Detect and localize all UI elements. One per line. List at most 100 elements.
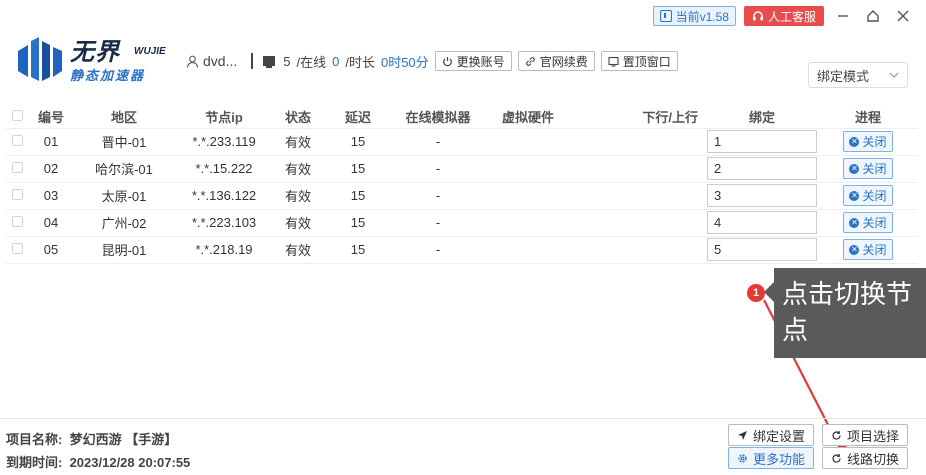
bind-settings-label: 绑定设置 <box>753 428 806 444</box>
node-traffic <box>574 182 706 210</box>
mode-select-value: 绑定模式 <box>817 68 870 84</box>
bind-input[interactable] <box>707 238 817 261</box>
expire-label: 到期时间: <box>6 455 63 470</box>
headset-icon <box>752 11 763 21</box>
bind-input[interactable] <box>707 184 817 207</box>
bind-cell <box>706 128 818 156</box>
expire-row: 到期时间: 2023/12/28 20:07:55 <box>6 451 190 474</box>
switch-account-button[interactable]: 更换账号 <box>434 51 512 71</box>
node-region: 广州-02 <box>74 209 174 237</box>
select-all-checkbox[interactable] <box>11 110 23 122</box>
chevron-down-icon <box>889 72 899 78</box>
row-checkbox[interactable] <box>11 243 23 254</box>
table-row[interactable]: 01晋中-01*.*.233.119有效15- ✕关闭 <box>6 128 918 156</box>
line-switch-button[interactable]: 线路切换 <box>822 447 909 469</box>
close-circle-icon: ✕ <box>849 217 860 228</box>
brand-name-en: WUJIE <box>134 46 166 57</box>
node-status: 有效 <box>274 182 322 210</box>
power-icon <box>442 56 452 66</box>
bind-input[interactable] <box>707 157 817 180</box>
usage-stats: 5 /在线 0 /时长 0时50分 <box>263 52 429 71</box>
row-checkbox[interactable] <box>11 135 23 146</box>
minimize-button[interactable] <box>832 6 854 26</box>
table-header: 编号 地区 节点ip 状态 延迟 在线模拟器 虚拟硬件 下行/上行 绑定 进程 <box>6 106 918 129</box>
action-cell: ✕ 关闭 <box>818 182 918 210</box>
mode-select[interactable]: 绑定模式 <box>808 62 908 88</box>
node-emulator: - <box>394 128 482 156</box>
bind-settings-button[interactable]: 绑定设置 <box>728 424 815 446</box>
node-latency: 15 <box>322 128 394 156</box>
node-ip: *.*.218.19 <box>174 236 274 264</box>
node-latency: 15 <box>322 209 394 237</box>
node-emulator: - <box>394 182 482 210</box>
col-header: 编号 <box>28 106 74 129</box>
table-row[interactable]: 04广州-02*.*.223.103有效15- ✕关闭 <box>6 209 918 237</box>
brand-subtitle: 静态加速器 <box>70 67 146 83</box>
node-region: 昆明-01 <box>74 236 174 264</box>
node-hardware <box>482 155 574 183</box>
node-ip: *.*.223.103 <box>174 209 274 237</box>
node-region: 晋中-01 <box>74 128 174 156</box>
switch-account-label: 更换账号 <box>456 54 505 69</box>
user-info[interactable]: dvd... <box>186 53 237 69</box>
expire-value: 2023/12/28 20:07:55 <box>69 455 191 470</box>
row-checkbox[interactable] <box>11 162 23 173</box>
close-circle-icon: ✕ <box>849 163 860 174</box>
bind-input[interactable] <box>707 211 817 234</box>
close-window-button[interactable] <box>892 6 914 26</box>
gear-icon <box>738 453 747 463</box>
bind-input[interactable] <box>707 130 817 153</box>
table-row[interactable]: 05昆明-01*.*.218.19有效15- ✕关闭 <box>6 236 918 264</box>
more-functions-label: 更多功能 <box>753 451 806 467</box>
row-select-cell <box>6 182 28 210</box>
close-process-button[interactable]: ✕ 关闭 <box>843 131 893 152</box>
close-process-button[interactable]: ✕ 关闭 <box>843 185 893 206</box>
close-circle-icon: ✕ <box>849 190 860 201</box>
renew-label: 官网续费 <box>539 54 588 69</box>
col-header: 绑定 <box>706 106 818 129</box>
close-process-button[interactable]: ✕ 关闭 <box>843 212 893 233</box>
col-header: 节点ip <box>174 106 274 129</box>
col-header: 状态 <box>274 106 322 129</box>
close-process-label: 关闭 <box>862 216 887 230</box>
action-cell: ✕ 关闭 <box>818 236 918 264</box>
col-header: 下行/上行 <box>574 106 706 129</box>
action-cell: ✕ 关闭 <box>818 155 918 183</box>
node-traffic <box>574 155 706 183</box>
customer-service-label: 人工客服 <box>767 9 816 24</box>
bind-cell <box>706 236 818 264</box>
node-id: 04 <box>28 209 74 237</box>
link-icon <box>525 56 535 66</box>
node-emulator: - <box>394 155 482 183</box>
table-row[interactable]: 03太原-01*.*.136.122有效15- ✕关闭 <box>6 182 918 210</box>
node-emulator: - <box>394 209 482 237</box>
close-circle-icon: ✕ <box>849 244 860 255</box>
header: 无界 静态加速器 WUJIE dvd... 5 /在线 0 /时长 0时50分 … <box>14 36 912 88</box>
refresh-icon <box>832 430 841 440</box>
row-checkbox[interactable] <box>11 216 23 227</box>
pin-top-button[interactable]: 置顶窗口 <box>600 51 678 71</box>
row-select-cell <box>6 128 28 156</box>
version-badge[interactable]: 当前v1.58 <box>652 6 736 26</box>
col-header: 在线模拟器 <box>394 106 482 129</box>
select-all-cell <box>6 106 28 129</box>
close-process-button[interactable]: ✕ 关闭 <box>843 239 893 260</box>
close-process-label: 关闭 <box>862 243 887 257</box>
user-icon <box>186 55 199 68</box>
close-icon <box>897 10 909 22</box>
pin-window-button[interactable] <box>862 6 884 26</box>
customer-service-button[interactable]: 人工客服 <box>743 6 824 26</box>
project-name-label: 项目名称: <box>6 432 63 447</box>
close-process-button[interactable]: ✕ 关闭 <box>843 158 893 179</box>
node-ip: *.*.136.122 <box>174 182 274 210</box>
more-functions-button[interactable]: 更多功能 <box>728 447 815 469</box>
project-select-button[interactable]: 项目选择 <box>822 424 909 446</box>
node-id: 05 <box>28 236 74 264</box>
online-count: 0 <box>332 53 340 69</box>
refresh-icon <box>832 453 841 463</box>
row-checkbox[interactable] <box>11 189 23 200</box>
col-header: 进程 <box>818 106 918 129</box>
table-row[interactable]: 02哈尔滨-01*.*.15.222有效15- ✕关闭 <box>6 155 918 183</box>
send-icon <box>738 430 747 440</box>
renew-button[interactable]: 官网续费 <box>517 51 595 71</box>
